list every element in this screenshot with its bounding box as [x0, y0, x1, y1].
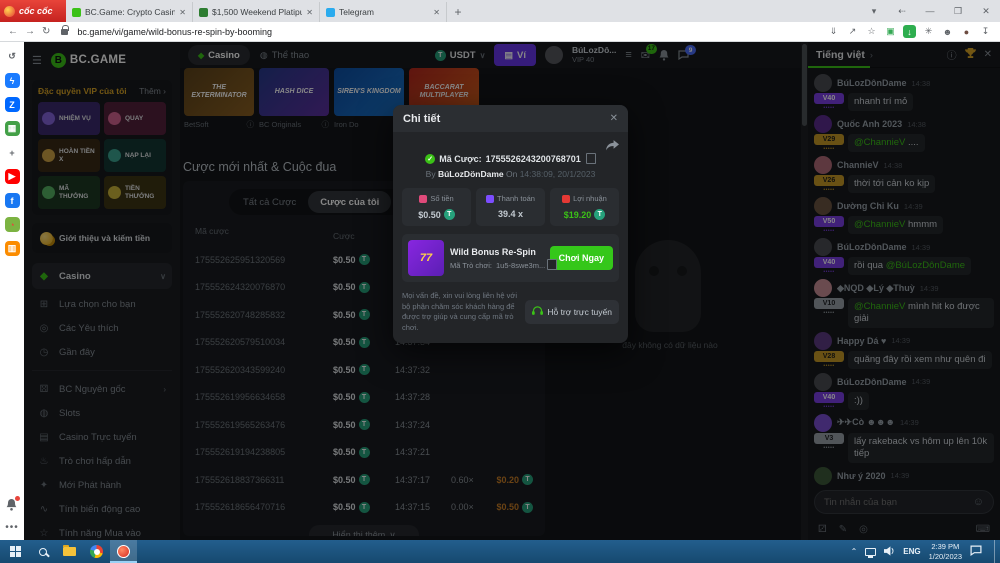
copy-icon[interactable]	[588, 155, 596, 164]
reload-icon[interactable]: ↻	[42, 26, 50, 37]
screen: cốc cốc BC.Game: Crypto Casino Gan ✕ $1,…	[0, 0, 1000, 563]
live-support-button[interactable]: Hỗ trợ trực tuyến	[525, 300, 619, 324]
copy-icon[interactable]	[549, 261, 551, 270]
file-explorer-icon[interactable]	[56, 540, 83, 563]
show-desktop-button[interactable]	[994, 540, 998, 563]
start-button[interactable]	[2, 540, 29, 563]
game-code: Mã Trò chơi: 1u5-8swe3m...	[450, 261, 544, 270]
workspace: ↺ϟZ▦+▶f◔▥ ••• ☰ B BC.GAME Đặc quyền VIP …	[0, 42, 1000, 540]
chrome-icon[interactable]	[83, 540, 110, 563]
more-icon[interactable]: •••	[5, 522, 19, 533]
browser-tabstrip: cốc cốc BC.Game: Crypto Casino Gan ✕ $1,…	[0, 0, 1000, 22]
forward-icon[interactable]: →	[25, 26, 35, 37]
taskbar-clock[interactable]: 2:39 PM 1/20/2023	[929, 542, 962, 561]
modal-title: Chi tiết	[403, 113, 440, 125]
bet-id-value: 1755526243200768701	[486, 154, 581, 164]
modal-close-icon[interactable]: ✕	[610, 113, 618, 124]
tab-favicon	[199, 8, 208, 17]
browser-tab[interactable]: Telegram ✕	[320, 2, 447, 22]
url-text[interactable]: bc.game/vi/game/wild-bonus-re-spin-by-bo…	[77, 27, 820, 37]
coccoc-brand-label: cốc cốc	[19, 6, 53, 16]
tab-favicon	[326, 8, 335, 17]
player-name[interactable]: BúLozDönDame	[438, 169, 504, 179]
stat-box: Lợi nhuận $19.20	[550, 188, 619, 226]
browser-side-rail: ↺ϟZ▦+▶f◔▥ •••	[0, 42, 24, 540]
game-card: 77 Wild Bonus Re-Spin Mã Trò chơi: 1u5-8…	[402, 234, 619, 282]
coccoc-taskbar-icon[interactable]	[110, 540, 137, 563]
address-bar: ← → ↻ bc.game/vi/game/wild-bonus-re-spin…	[0, 22, 1000, 42]
play-now-button[interactable]: Chơi Ngay	[550, 246, 613, 270]
windows-taskbar: ⌃ ENG 2:39 PM 1/20/2023	[0, 540, 1000, 563]
stat-box: Thanh toán 39.4 x	[476, 188, 545, 226]
notification-bell-icon[interactable]	[6, 498, 17, 516]
stat-icon	[486, 195, 494, 203]
volume-icon[interactable]	[884, 543, 895, 561]
tab-close-icon[interactable]: ✕	[179, 8, 186, 17]
coccoc-logo-icon	[4, 6, 15, 17]
support-text: Mọi vấn đề, xin vui lòng liên hệ với bộ …	[402, 291, 519, 333]
coccoc-brand[interactable]: cốc cốc	[0, 0, 66, 22]
bet-id-label: Mã Cược:	[439, 154, 481, 164]
language-indicator[interactable]: ENG	[903, 547, 920, 556]
action-center-icon[interactable]	[970, 543, 982, 561]
tab-close-icon[interactable]: ✕	[306, 8, 313, 17]
usdt-coin-icon	[594, 209, 605, 220]
bet-byline: By BúLozDönDame On 14:38:09, 20/1/2023	[402, 169, 619, 179]
browser-tab[interactable]: $1,500 Weekend Platipus M... ✕	[193, 2, 320, 22]
back-icon[interactable]: ←	[8, 26, 18, 37]
new-tab-button[interactable]: +	[447, 2, 469, 22]
padlock-icon[interactable]	[61, 29, 68, 35]
tab-favicon	[72, 8, 81, 17]
game-thumbnail[interactable]: 77	[408, 240, 444, 276]
stat-icon	[419, 195, 427, 203]
tray-expand-icon[interactable]: ⌃	[851, 547, 858, 556]
stat-box: Số tiền $0.50	[402, 188, 471, 226]
taskbar-search-icon[interactable]	[29, 540, 56, 563]
network-icon[interactable]	[865, 548, 876, 556]
success-check-icon: ✓	[425, 154, 435, 164]
tab-close-icon[interactable]: ✕	[433, 8, 440, 17]
stat-icon	[562, 195, 570, 203]
game-title: Wild Bonus Re-Spin	[450, 247, 544, 257]
bet-details-modal: Chi tiết ✕ ✓ Mã Cược: 175552624320076870…	[393, 105, 628, 343]
browser-tab[interactable]: BC.Game: Crypto Casino Gan ✕	[66, 2, 193, 22]
share-icon[interactable]	[606, 138, 619, 150]
usdt-coin-icon	[444, 209, 455, 220]
headset-icon	[532, 306, 543, 318]
